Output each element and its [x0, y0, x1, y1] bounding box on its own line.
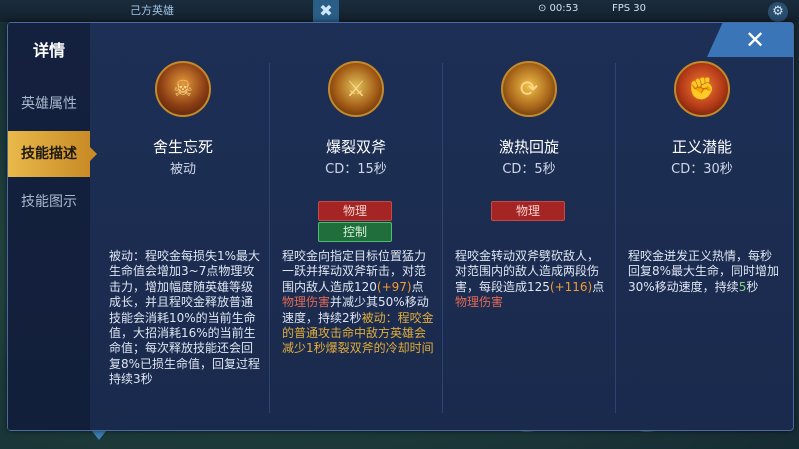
skill-cooldown: CD：5秒 — [502, 162, 556, 177]
tag-control: 控制 — [318, 222, 392, 242]
game-top-bar: 己方英雄 ⊙ 00:53 FPS 30 ✖ ⚙ — [0, 0, 799, 22]
skill-cooldown: 被动 — [169, 162, 196, 177]
tag-physical: 物理 — [491, 201, 565, 221]
skill-description: 被动：程咬金每损失1%最大生命值会增加3~7点物理攻击力，增加幅度随英雄等级成长… — [109, 249, 261, 388]
skill-name: 爆裂双斧 — [325, 138, 386, 156]
skill-name: 正义潜能 — [671, 138, 732, 156]
team-heroes-label: 己方英雄 — [130, 4, 174, 17]
settings-gear-icon[interactable]: ⚙ — [768, 2, 788, 22]
match-timer: ⊙ 00:53 — [538, 3, 579, 14]
skill-description: 程咬金向指定目标位置猛力一跃并挥动双斧斩击，对范围内敌人造成120(+97)点物… — [282, 249, 434, 357]
skill-name: 激热回旋 — [498, 138, 559, 156]
tab-skill-illustration[interactable]: 技能图示 — [8, 179, 90, 225]
skill-name: 舍生忘死 — [152, 138, 213, 156]
description-segment: 物理伤害 — [282, 295, 331, 310]
detail-sidebar: 详情 英雄属性 技能描述 技能图示 — [8, 23, 97, 430]
skill-cooldown: CD：15秒 — [325, 162, 387, 177]
tab-skill-description[interactable]: 技能描述 — [8, 131, 97, 177]
passive-skill-icon[interactable]: ☠ — [155, 61, 211, 117]
spin-axe-icon[interactable]: ⟳ — [501, 61, 557, 117]
skill-card-2: ⟳ 激热回旋 CD：5秒 物理 程咬金转动双斧劈砍敌人，对范围内的敌人造成两段伤… — [443, 23, 615, 430]
skill-description: 程咬金迸发正义热情，每秒回复8%最大生命，同时增加30%移动速度，持续5秒 — [628, 249, 780, 295]
tab-hero-attributes[interactable]: 英雄属性 — [8, 81, 90, 127]
panel-title: 详情 — [32, 41, 65, 60]
skill-card-passive: ☠ 舍生忘死 被动 被动：程咬金每损失1%最大生命值会增加3~7点物理攻击力，增… — [97, 23, 269, 430]
justice-rage-icon[interactable]: ✊ — [674, 61, 730, 117]
description-segment: 点 — [411, 279, 424, 294]
axe-burst-icon[interactable]: ⚔ — [328, 61, 384, 117]
fps-counter: FPS 30 — [612, 3, 647, 14]
description-segment: (+97) — [376, 279, 412, 294]
description-segment: 被动：程咬金每损失1%最大生命值会增加3~7点物理攻击力，增加幅度随英雄等级成长… — [109, 249, 261, 387]
description-segment: 秒 — [746, 279, 759, 294]
skill-card-3: ✊ 正义潜能 CD：30秒 程咬金迸发正义热情，每秒回复8%最大生命，同时增加3… — [616, 23, 788, 430]
tag-physical: 物理 — [318, 201, 392, 221]
skill-description: 程咬金转动双斧劈砍敌人，对范围内的敌人造成两段伤害，每段造成125(+116)点… — [455, 249, 607, 311]
description-segment: 物理伤害 — [455, 295, 504, 310]
skill-card-1: ⚔ 爆裂双斧 CD：15秒 物理 控制 程咬金向指定目标位置猛力一跃并挥动双斧斩… — [270, 23, 442, 430]
description-segment: (+116) — [549, 279, 593, 294]
skill-cooldown: CD：30秒 — [671, 162, 733, 177]
description-segment: 点 — [592, 279, 605, 294]
hud-close-icon[interactable]: ✖ — [313, 0, 339, 22]
hero-detail-panel: 详情 英雄属性 技能描述 技能图示 ✕ ☠ 舍生忘死 被动 被动：程咬金每损失1… — [7, 22, 794, 431]
